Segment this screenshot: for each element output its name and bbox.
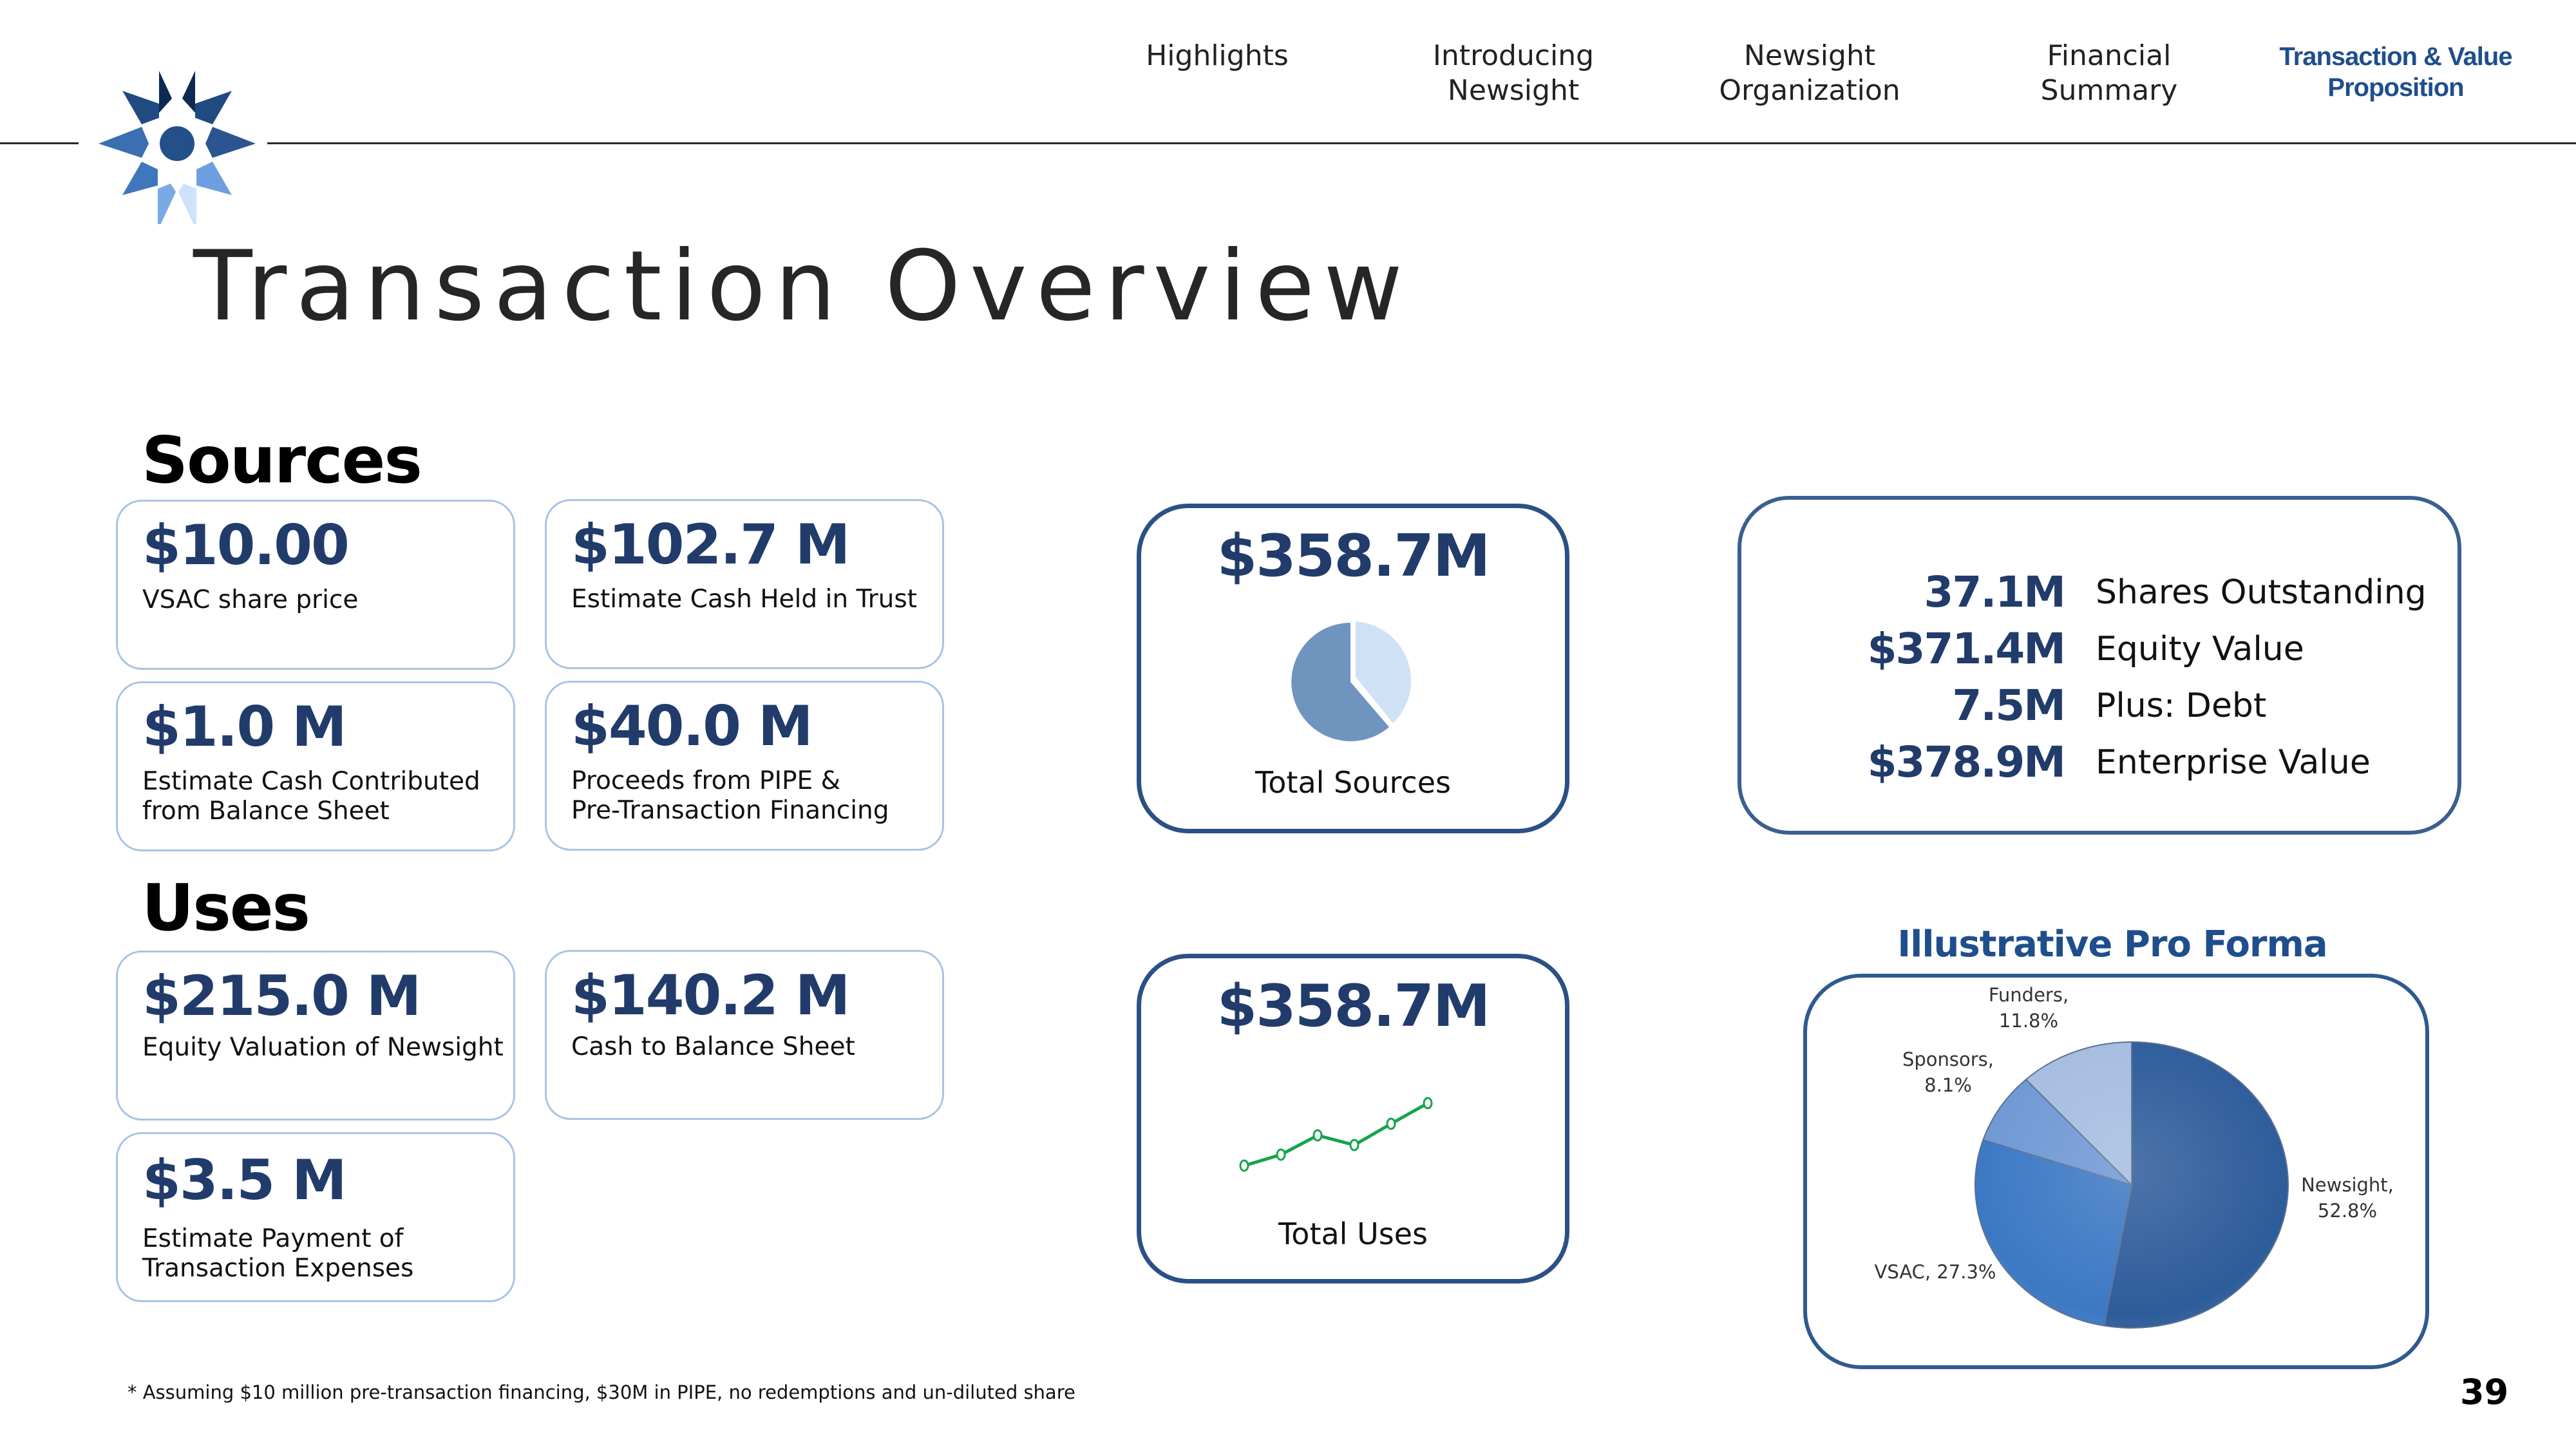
valuation-row-shares: 37.1M Shares Outstanding (1741, 564, 2458, 621)
card-value: $102.7 M (571, 513, 850, 577)
card-value: $1.0 M (142, 695, 347, 759)
nav-tab-newsight-organization[interactable]: Newsight Organization (1713, 39, 1906, 108)
pie-label-sponsors: Sponsors, 8.1% (1902, 1048, 1994, 1096)
sources-heading: Sources (142, 422, 422, 498)
total-uses-box: $358.7M Total Uses (1137, 954, 1569, 1283)
card-label: Equity Valuation of Newsight (142, 1033, 504, 1062)
star-burst-logo-icon (99, 71, 256, 224)
total-sources-value: $358.7M (1217, 522, 1491, 590)
use-card-equity-valuation: $215.0 M Equity Valuation of Newsight (116, 951, 515, 1121)
page-title: Transaction Overview (193, 231, 1412, 343)
pie-label-vsac: VSAC, 27.3% (1874, 1261, 1996, 1283)
valuation-value: 37.1M (1924, 567, 2066, 617)
valuation-row-equity: $371.4M Equity Value (1741, 621, 2458, 677)
total-sources-box: $358.7M Total Sources (1137, 504, 1569, 833)
valuation-label: Plus: Debt (2096, 687, 2267, 725)
card-label: Cash to Balance Sheet (571, 1032, 855, 1061)
card-label: Proceeds from PIPE & Pre-Transaction Fin… (571, 766, 889, 825)
valuation-box: 37.1M Shares Outstanding $371.4M Equity … (1738, 496, 2461, 835)
nav-tab-transaction-value-proposition[interactable]: Transaction & Value Proposition (2267, 41, 2524, 103)
line-chart-icon (1239, 1097, 1433, 1172)
total-uses-caption: Total Uses (1278, 1217, 1428, 1251)
card-value: $140.2 M (571, 963, 850, 1028)
pie-label-funders: Funders, 11.8% (1988, 984, 2069, 1032)
uses-heading: Uses (142, 870, 310, 945)
valuation-row-debt: 7.5M Plus: Debt (1741, 677, 2458, 734)
source-card-balance-sheet: $1.0 M Estimate Cash Contributed from Ba… (116, 681, 515, 851)
card-value: $40.0 M (571, 694, 813, 759)
valuation-value: $371.4M (1867, 624, 2066, 674)
card-label: Estimate Payment of Transaction Expenses (142, 1224, 414, 1283)
card-label: VSAC share price (142, 585, 359, 614)
source-card-share-price: $10.00 VSAC share price (116, 500, 515, 670)
nav-tab-financial-summary[interactable]: Financial Summary (2012, 39, 2206, 108)
source-card-pipe-proceeds: $40.0 M Proceeds from PIPE & Pre-Transac… (545, 681, 944, 851)
pie-label-newsight: Newsight, 52.8% (2301, 1174, 2394, 1222)
header-rule-left (0, 142, 79, 144)
pie-chart-icon (1291, 621, 1412, 741)
nav-tab-highlights[interactable]: Highlights (1121, 39, 1314, 73)
card-label: Estimate Cash Contributed from Balance S… (142, 767, 480, 826)
total-sources-caption: Total Sources (1255, 765, 1451, 800)
card-value: $215.0 M (142, 964, 421, 1028)
total-uses-value: $358.7M (1217, 972, 1491, 1040)
page-number: 39 (2460, 1372, 2509, 1412)
valuation-label: Equity Value (2096, 630, 2304, 668)
card-value: $3.5 M (142, 1148, 347, 1213)
ownership-pie-chart (1975, 1041, 2289, 1329)
valuation-value: 7.5M (1952, 681, 2066, 730)
use-card-cash-to-balance-sheet: $140.2 M Cash to Balance Sheet (545, 950, 944, 1120)
use-card-transaction-expenses: $3.5 M Estimate Payment of Transaction E… (116, 1132, 515, 1302)
header-rule-right (267, 142, 2576, 144)
card-value: $10.00 (142, 513, 350, 578)
footnote: * Assuming $10 million pre-transaction f… (128, 1381, 1075, 1403)
nav-tab-introducing-newsight[interactable]: Introducing Newsight (1417, 39, 1610, 108)
valuation-row-enterprise: $378.9M Enterprise Value (1741, 734, 2458, 791)
valuation-label: Enterprise Value (2096, 743, 2371, 782)
valuation-value: $378.9M (1867, 737, 2066, 787)
source-card-cash-in-trust: $102.7 M Estimate Cash Held in Trust (545, 499, 944, 669)
card-label: Estimate Cash Held in Trust (571, 585, 917, 614)
valuation-label: Shares Outstanding (2096, 573, 2427, 612)
